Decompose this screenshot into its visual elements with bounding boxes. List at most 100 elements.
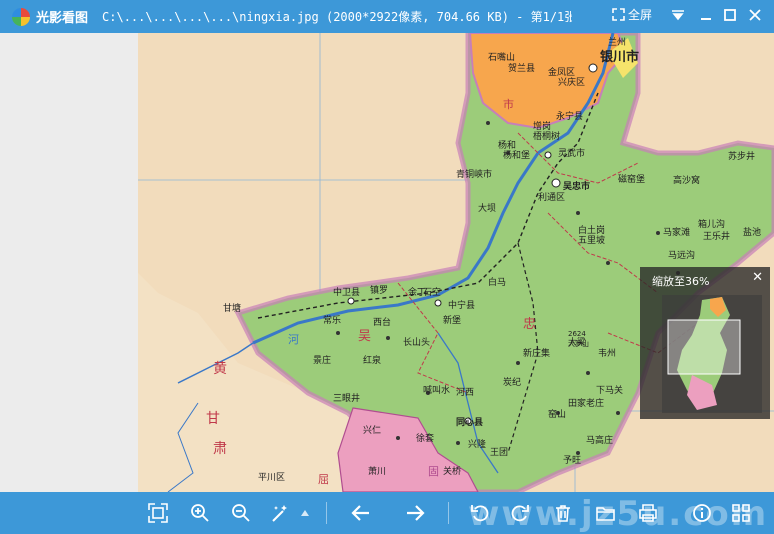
printer-icon (639, 504, 657, 522)
image-viewport[interactable]: 石嘴山 贺兰县 银川市 兰州 金凤区 兴庆区 市 永宁县 增岗 杨和 杨和堡 梧… (138, 33, 774, 492)
map-label: 西台 (373, 316, 391, 328)
info-icon (693, 504, 711, 522)
map-label: 黄 (213, 360, 227, 377)
info-button[interactable] (690, 501, 714, 525)
map-label: 常乐 (323, 314, 341, 326)
viewer-background (0, 33, 138, 492)
map-label: 兴仁 (363, 424, 381, 436)
title-bar: 光影看图 C:\...\...\...\...\ningxia.jpg (200… (0, 0, 774, 33)
zoom-viewport-rect[interactable] (667, 319, 741, 375)
map-label: 白土岗 (578, 224, 605, 236)
map-label: 利通区 (538, 191, 565, 203)
zoom-level-label: 缩放至36% (652, 275, 710, 288)
map-label: 喊叫水 (423, 384, 450, 396)
fullscreen-button[interactable]: 全屏 (612, 6, 652, 23)
menu-dropdown-button[interactable] (667, 4, 689, 26)
grid-icon (732, 504, 750, 522)
delete-button[interactable] (551, 501, 575, 525)
map-label: 屈 (318, 473, 329, 486)
zoom-out-button[interactable] (229, 501, 253, 525)
map-label: 2624 (568, 330, 586, 338)
maximize-button[interactable] (719, 4, 741, 26)
map-label: 徐套 (416, 432, 434, 444)
toolbar-separator (448, 502, 449, 524)
zoom-panel-close-icon[interactable]: ✕ (752, 270, 763, 285)
fit-window-button[interactable] (146, 501, 170, 525)
map-label: 大坝 (478, 202, 496, 214)
map-label: 永宁县 (556, 110, 583, 122)
map-label: 下马关 (596, 384, 623, 396)
previous-image-button[interactable] (349, 501, 373, 525)
zoom-in-button[interactable] (188, 501, 212, 525)
map-label: 白马 (488, 276, 506, 288)
app-name: 光影看图 (36, 11, 89, 26)
zoom-navigator-panel: 缩放至36% ✕ (640, 267, 770, 419)
zoom-in-icon (191, 504, 209, 522)
map-label: 中宁县 (448, 299, 475, 311)
map-label: 新堡 (443, 314, 461, 326)
map-label: 杨和 (498, 139, 516, 151)
map-label: 兴隆 (468, 438, 486, 450)
triangle-up-icon (301, 510, 309, 516)
rotate-right-icon (511, 505, 529, 522)
map-label: 河西 (456, 386, 474, 398)
zoom-out-icon (232, 504, 250, 522)
map-label: 市 (503, 97, 514, 111)
map-label: 王乐井 (703, 230, 730, 242)
map-label: 长山头 (403, 336, 430, 348)
map-label: 肃 (213, 441, 227, 457)
map-label: 箱儿沟 (698, 218, 725, 230)
folder-icon (596, 507, 615, 521)
map-label: 王团 (490, 447, 508, 458)
map-label: 韦州 (598, 348, 616, 359)
map-label: 青铜峡市 (456, 168, 492, 180)
map-label: 甘塘 (223, 302, 241, 314)
map-label: 兴庆区 (558, 76, 585, 88)
map-label: 固 (428, 465, 439, 478)
magic-wand-icon (272, 505, 287, 522)
next-image-button[interactable] (403, 501, 427, 525)
maximize-icon (724, 9, 736, 21)
map-label: 金凤区 (548, 66, 575, 78)
trash-icon (556, 505, 570, 522)
map-label: 同心县 (456, 417, 483, 428)
zoom-navigator-thumbnail[interactable] (662, 295, 762, 413)
thumbnails-button[interactable] (729, 501, 753, 525)
map-label: 杨和堡 (503, 149, 530, 161)
map-label: 萧川 (368, 465, 386, 477)
map-label: 中卫县 (333, 286, 360, 298)
print-button[interactable] (636, 501, 660, 525)
map-label: 河 (288, 333, 299, 346)
minimize-button[interactable] (695, 4, 717, 26)
magic-wand-dropdown[interactable] (298, 501, 312, 525)
magic-wand-button[interactable] (268, 501, 292, 525)
fullscreen-label: 全屏 (628, 8, 653, 22)
map-label: 甘 (206, 411, 220, 427)
map-label: 磁窑堡 (618, 173, 645, 185)
close-icon (749, 9, 761, 21)
toolbar-separator (326, 502, 327, 524)
rotate-right-button[interactable] (508, 501, 532, 525)
close-button[interactable] (744, 4, 766, 26)
map-label: 新庄集 (523, 347, 550, 359)
map-label: 梧桐树 (533, 130, 560, 142)
map-label: 马家滩 (663, 226, 690, 238)
map-label: 炭纪 (503, 376, 521, 388)
map-label: 忠 (523, 317, 536, 332)
map-label: 兰州 (608, 36, 626, 48)
map-label: 石嘴山 (488, 52, 515, 63)
map-image: 石嘴山 贺兰县 银川市 兰州 金凤区 兴庆区 市 永宁县 增岗 杨和 杨和堡 梧… (138, 33, 774, 492)
arrow-right-icon (407, 505, 425, 521)
map-label: 红泉 (363, 354, 381, 366)
rotate-left-icon (471, 505, 489, 522)
map-label: 苏步井 (728, 150, 755, 162)
map-label: 五里坡 (578, 234, 605, 246)
map-label: 镇罗 (370, 284, 388, 296)
map-label: 灵武市 (558, 147, 585, 159)
fullscreen-icon (612, 8, 625, 21)
map-label: 关桥 (443, 465, 461, 477)
map-label: 予旺 (563, 455, 581, 466)
open-folder-button[interactable] (594, 501, 618, 525)
map-label: 马高庄 (586, 434, 613, 446)
rotate-left-button[interactable] (468, 501, 492, 525)
